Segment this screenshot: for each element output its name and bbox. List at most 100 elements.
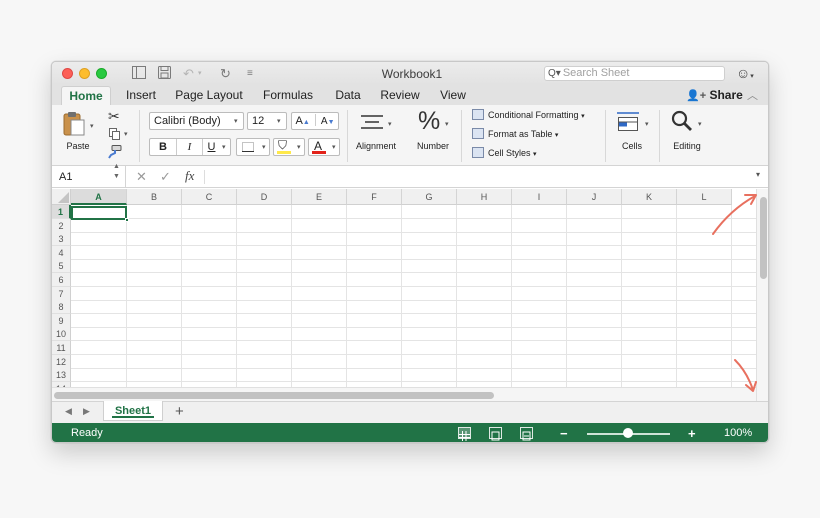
column-header-a[interactable]: A <box>71 189 127 205</box>
row-header-1[interactable]: 1 <box>52 205 71 219</box>
number-format-icon[interactable]: % <box>418 107 440 136</box>
spreadsheet-grid[interactable]: ABCDEFGHIJKL1234567891011121314 <box>52 189 756 387</box>
normal-view-icon[interactable] <box>458 427 471 441</box>
undo-dropdown-icon[interactable]: ▾ <box>198 66 202 81</box>
save-icon[interactable] <box>158 66 171 81</box>
row-header-2[interactable]: 2 <box>52 218 71 233</box>
formula-input[interactable] <box>208 169 748 185</box>
column-header-b[interactable]: B <box>127 189 182 205</box>
copy-icon[interactable] <box>109 127 121 145</box>
fill-color-button[interactable]: ⛉ ▾ <box>273 138 305 156</box>
row-header-6[interactable]: 6 <box>52 273 71 287</box>
cells-icon[interactable] <box>616 110 640 137</box>
row-header-13[interactable]: 13 <box>52 368 71 383</box>
row-header-4[interactable]: 4 <box>52 245 71 260</box>
insert-function-icon[interactable]: fx <box>185 168 194 184</box>
column-header-d[interactable]: D <box>237 189 292 205</box>
minimize-button[interactable] <box>79 68 90 79</box>
zoom-slider-knob[interactable] <box>623 428 633 438</box>
zoom-out-button[interactable]: − <box>560 423 568 442</box>
column-header-j[interactable]: J <box>567 189 622 205</box>
column-header-c[interactable]: C <box>182 189 237 205</box>
cut-icon[interactable]: ✂ <box>108 108 120 125</box>
tab-data[interactable]: Data <box>330 86 366 105</box>
zoom-in-button[interactable]: + <box>688 423 696 442</box>
tab-page-layout[interactable]: Page Layout <box>172 86 246 105</box>
redo-icon[interactable]: ↻ <box>220 66 231 81</box>
page-break-view-icon[interactable] <box>520 427 533 441</box>
confirm-entry-icon[interactable]: ✓ <box>160 169 171 185</box>
row-header-11[interactable]: 11 <box>52 341 71 355</box>
add-sheet-icon[interactable]: + <box>175 403 184 420</box>
column-header-h[interactable]: H <box>457 189 512 205</box>
underline-dropdown-icon[interactable]: ▾ <box>222 140 226 156</box>
tab-review[interactable]: Review <box>375 86 425 105</box>
format-as-table-label: Format as Table <box>488 129 553 139</box>
fill-color-swatch <box>277 151 291 154</box>
font-size-select[interactable]: 12 ▾ <box>247 112 287 130</box>
alignment-dropdown-icon[interactable]: ▾ <box>388 120 392 128</box>
fill-handle[interactable] <box>125 218 129 222</box>
font-name-select[interactable]: Calibri (Body) ▾ <box>149 112 244 130</box>
conditional-formatting-button[interactable]: Conditional Formatting ▾ <box>472 108 585 122</box>
row-header-10[interactable]: 10 <box>52 327 71 342</box>
italic-button[interactable]: I <box>176 139 202 155</box>
tab-home[interactable]: Home <box>61 86 111 105</box>
sheet-tab-sheet1[interactable]: Sheet1 <box>103 401 163 421</box>
search-input[interactable]: Q▾ Search Sheet <box>544 66 725 81</box>
name-box-stepper-icon[interactable]: ▲ ▼ <box>113 162 120 182</box>
row-header-7[interactable]: 7 <box>52 286 71 301</box>
name-box[interactable]: A1 ▲ ▼ <box>52 163 126 188</box>
select-all-corner[interactable] <box>52 189 71 205</box>
bold-button[interactable]: B <box>150 139 176 155</box>
cancel-entry-icon[interactable]: ✕ <box>136 169 147 185</box>
editing-search-icon[interactable] <box>671 110 693 137</box>
previous-sheet-icon[interactable]: ◀ <box>65 406 72 417</box>
row-header-8[interactable]: 8 <box>52 300 71 315</box>
underline-button[interactable]: U <box>202 139 220 155</box>
paste-dropdown-icon[interactable]: ▾ <box>90 122 94 130</box>
copy-dropdown-icon[interactable]: ▾ <box>124 130 128 138</box>
tab-view[interactable]: View <box>434 86 472 105</box>
collapse-ribbon-icon[interactable]: ︿ <box>747 87 758 103</box>
number-dropdown-icon[interactable]: ▾ <box>445 120 449 128</box>
column-header-k[interactable]: K <box>622 189 677 205</box>
tab-insert[interactable]: Insert <box>118 86 164 105</box>
grow-font-button[interactable]: A▲ <box>295 115 309 127</box>
close-button[interactable] <box>62 68 73 79</box>
divider <box>314 114 316 126</box>
zoom-button[interactable] <box>96 68 107 79</box>
tab-formulas[interactable]: Formulas <box>256 86 320 105</box>
column-header-i[interactable]: I <box>512 189 567 205</box>
borders-button[interactable]: ▾ <box>236 138 270 156</box>
row-header-12[interactable]: 12 <box>52 354 71 369</box>
expand-formula-bar-icon[interactable]: ▾ <box>756 170 760 179</box>
customize-toolbar-icon[interactable]: ≡ <box>247 66 253 81</box>
format-as-table-button[interactable]: Format as Table ▾ <box>472 127 558 141</box>
font-color-button[interactable]: A ▾ <box>308 138 340 156</box>
row-header-9[interactable]: 9 <box>52 313 71 328</box>
horizontal-scroll-thumb[interactable] <box>54 392 494 399</box>
feedback-smiley-icon[interactable]: ☺▾ <box>736 65 754 85</box>
row-header-5[interactable]: 5 <box>52 259 71 274</box>
shrink-font-button[interactable]: A▼ <box>321 115 335 127</box>
active-cell-a1[interactable] <box>71 206 127 220</box>
share-button[interactable]: 👤+ Share <box>686 88 743 102</box>
paste-icon[interactable] <box>63 111 85 142</box>
sidebar-icon[interactable] <box>132 66 146 81</box>
horizontal-scrollbar[interactable] <box>52 387 756 401</box>
cells-dropdown-icon[interactable]: ▾ <box>645 120 649 128</box>
editing-dropdown-icon[interactable]: ▾ <box>698 120 702 128</box>
column-header-g[interactable]: G <box>402 189 457 205</box>
zoom-level[interactable]: 100% <box>724 423 752 442</box>
cell-styles-button[interactable]: Cell Styles ▾ <box>472 146 537 160</box>
next-sheet-icon[interactable]: ▶ <box>83 406 90 417</box>
excel-window: ↶ ▾ ↻ ≡ Workbook1 Q▾ Search Sheet ☺▾ Home… <box>51 61 769 443</box>
share-label: Share <box>709 88 743 102</box>
alignment-icon[interactable] <box>361 114 383 137</box>
undo-icon[interactable]: ↶ <box>183 66 194 81</box>
row-header-3[interactable]: 3 <box>52 232 71 247</box>
page-layout-view-icon[interactable] <box>489 427 502 441</box>
column-header-f[interactable]: F <box>347 189 402 205</box>
column-header-e[interactable]: E <box>292 189 347 205</box>
